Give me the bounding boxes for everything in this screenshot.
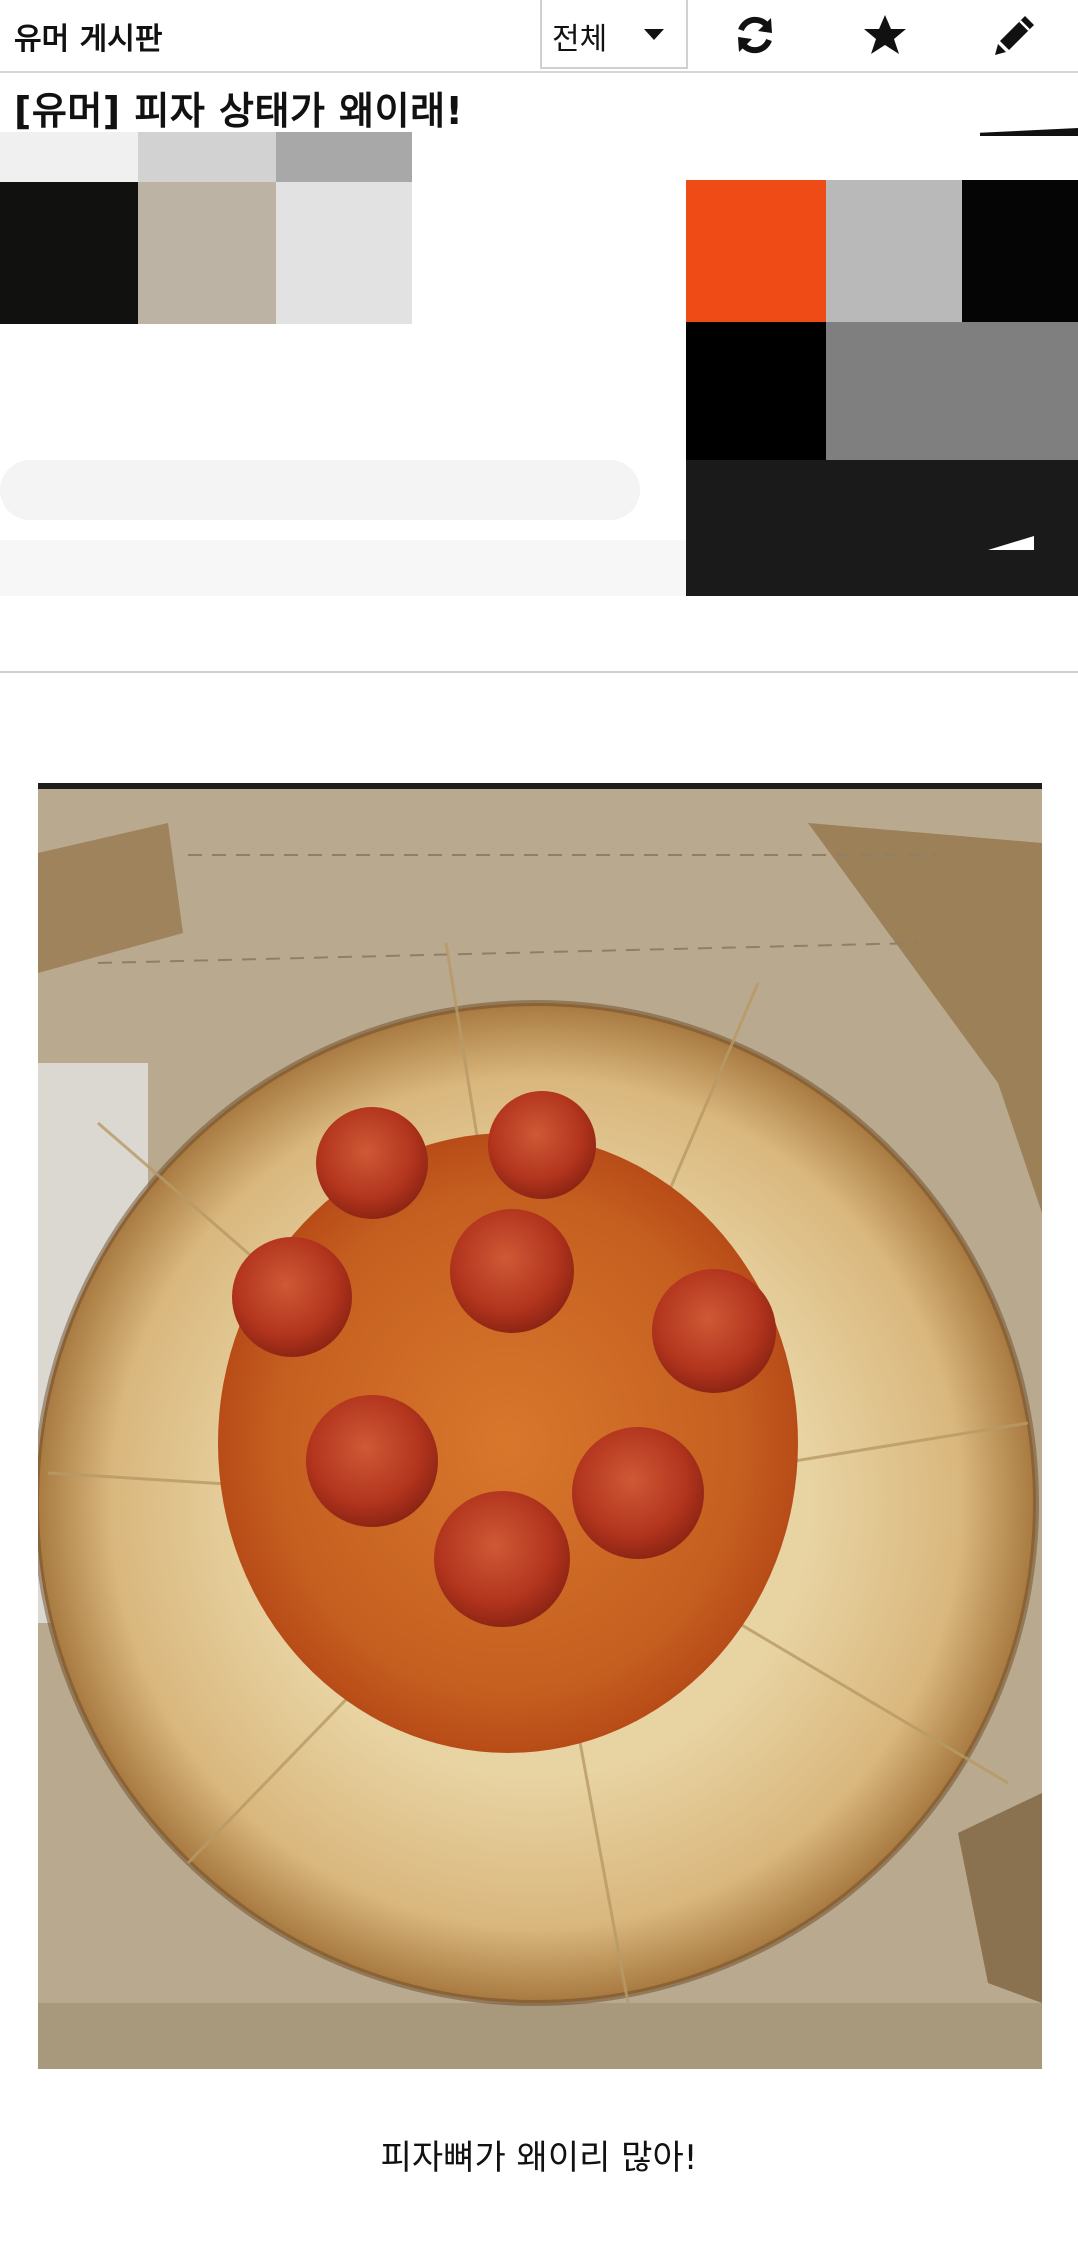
filter-selected-label: 전체 bbox=[552, 22, 608, 57]
top-bar: 유머 게시판 전체 bbox=[0, 0, 1078, 73]
board-title[interactable]: 유머 게시판 bbox=[14, 14, 162, 58]
category-filter-select[interactable]: 전체 bbox=[540, 0, 688, 69]
caret-down-icon bbox=[644, 29, 664, 40]
post-caption: 피자뼈가 왜이리 많아! bbox=[380, 2138, 698, 2178]
censored-strip bbox=[0, 540, 686, 596]
post-photo-pizza[interactable] bbox=[38, 783, 1042, 2069]
post-title: [유머] 피자 상태가 왜이래! bbox=[14, 89, 464, 133]
star-icon[interactable] bbox=[860, 10, 910, 60]
censored-smudge bbox=[0, 450, 640, 530]
pencil-icon[interactable] bbox=[990, 10, 1040, 60]
section-divider bbox=[0, 671, 1078, 673]
censored-mosaic-right bbox=[686, 180, 1078, 596]
pizza-illustration bbox=[38, 783, 1042, 2069]
refresh-icon[interactable] bbox=[730, 10, 780, 60]
censored-mosaic-left bbox=[0, 132, 412, 324]
censored-fragment bbox=[980, 128, 1078, 138]
